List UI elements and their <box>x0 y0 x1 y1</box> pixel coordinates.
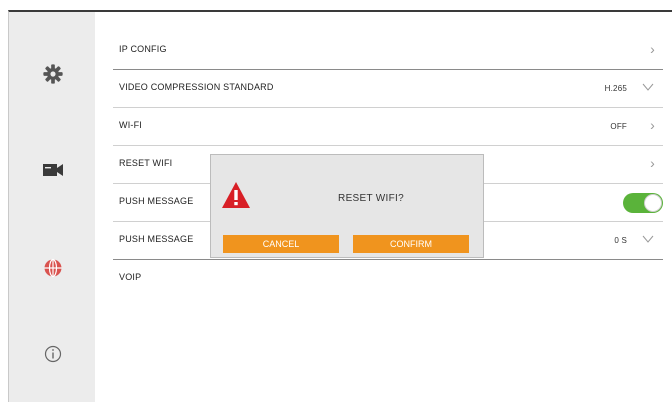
toggle-knob <box>644 194 662 212</box>
wifi-label: WI-FI <box>119 120 142 130</box>
reset-wifi-label: RESET WIFI <box>119 158 173 168</box>
info-icon[interactable] <box>39 340 67 368</box>
ip-config-row[interactable]: IP CONFIG › <box>113 32 663 70</box>
sidebar <box>9 12 95 402</box>
push-message-toggle[interactable] <box>623 193 663 213</box>
voip-row[interactable]: VOIP <box>113 260 663 297</box>
wifi-value: OFF <box>610 122 627 131</box>
video-compression-label: VIDEO COMPRESSION STANDARD <box>119 82 274 92</box>
chevron-right-icon: › <box>650 117 655 133</box>
network-globe-icon[interactable] <box>39 254 67 282</box>
chevron-down-icon <box>642 83 654 91</box>
chevron-down-icon <box>642 235 654 243</box>
video-compression-row[interactable]: VIDEO COMPRESSION STANDARD H.265 <box>113 70 663 108</box>
reset-wifi-dialog: RESET WIFI? CANCEL CONFIRM <box>210 154 484 258</box>
video-compression-value: H.265 <box>604 84 627 93</box>
push-message-label: PUSH MESSAGE <box>119 196 194 206</box>
ip-config-label: IP CONFIG <box>119 44 167 54</box>
push-message-interval-label: PUSH MESSAGE <box>119 234 194 244</box>
gear-icon[interactable] <box>39 60 67 88</box>
chevron-right-icon: › <box>650 155 655 171</box>
voip-label: VOIP <box>119 272 142 282</box>
warning-icon <box>222 182 250 208</box>
camera-icon[interactable] <box>39 156 67 184</box>
wifi-row[interactable]: WI-FI OFF › <box>113 108 663 146</box>
chevron-right-icon: › <box>650 41 655 57</box>
confirm-button[interactable]: CONFIRM <box>353 235 469 253</box>
push-message-interval-value: 0 S <box>614 236 627 245</box>
dialog-message: RESET WIFI? <box>338 193 404 204</box>
cancel-button[interactable]: CANCEL <box>223 235 339 253</box>
